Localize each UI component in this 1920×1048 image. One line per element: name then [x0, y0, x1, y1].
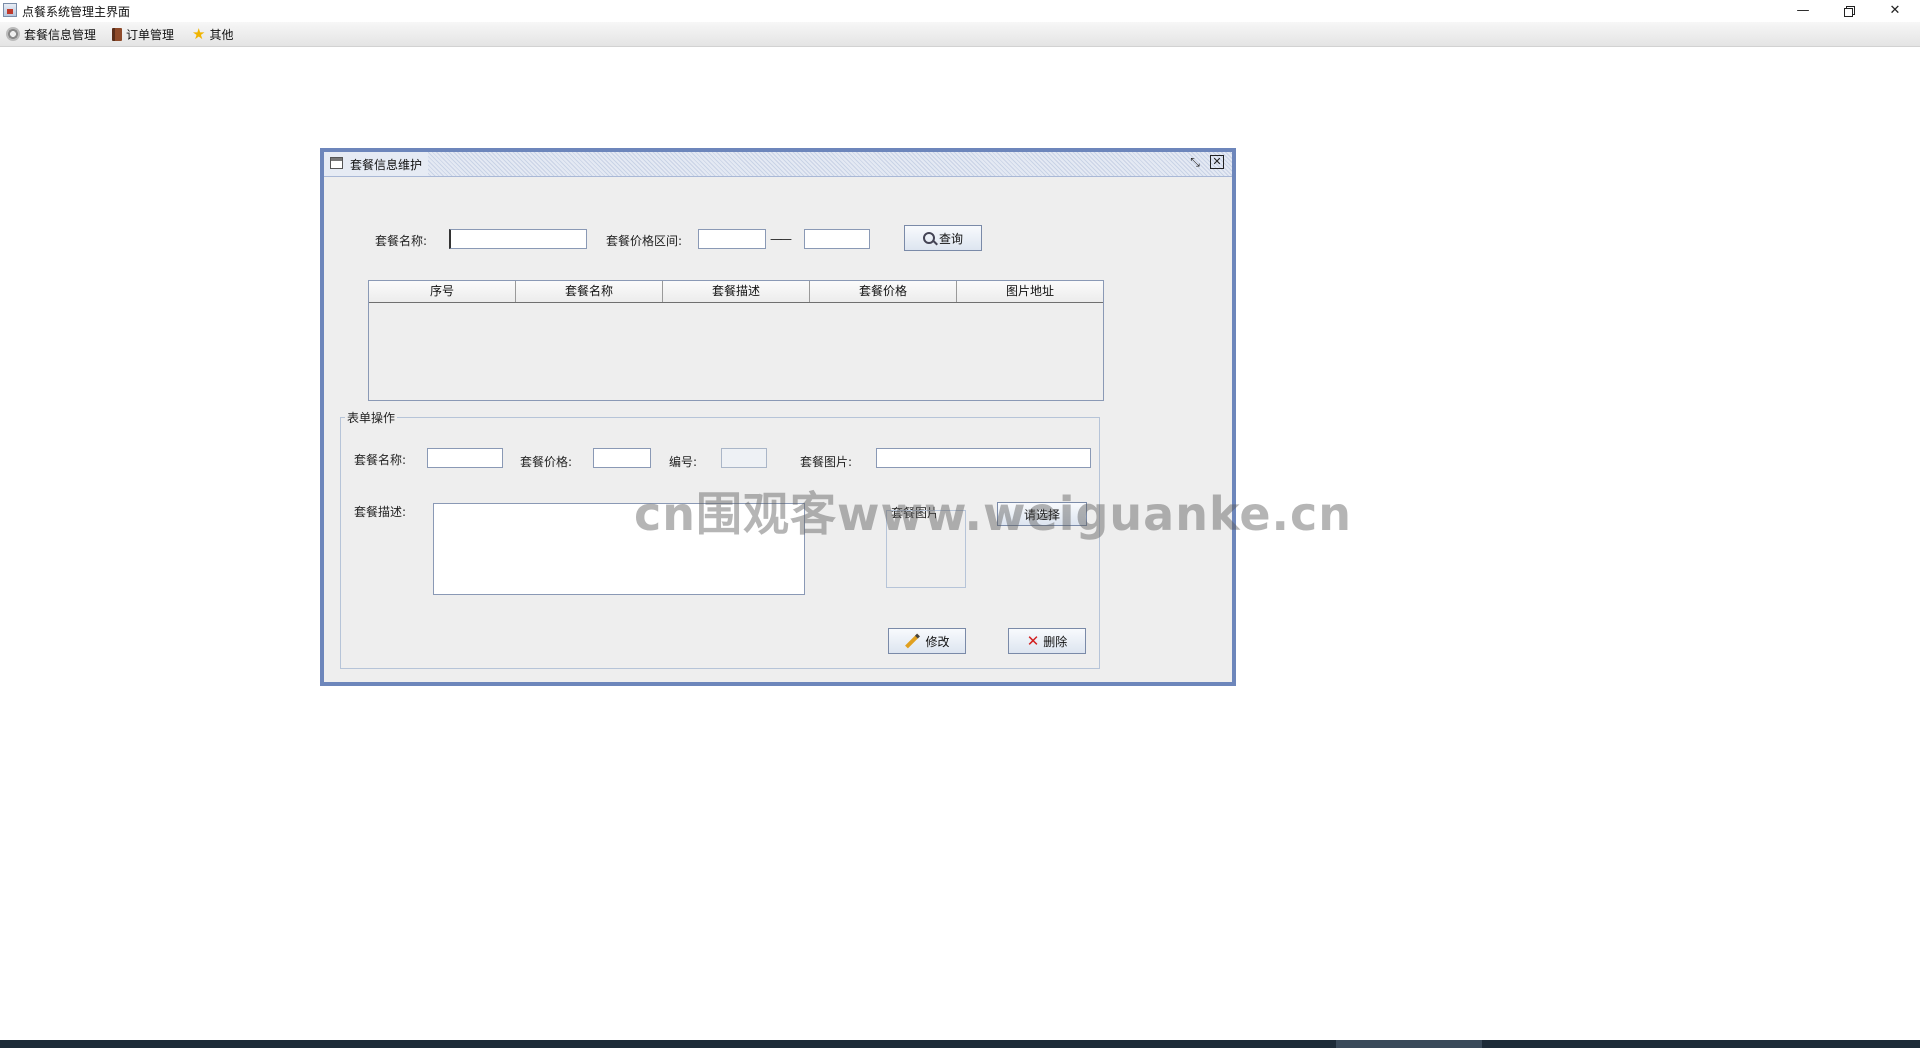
menu-other[interactable]: ★ 其他	[192, 25, 233, 43]
pencil-icon	[905, 633, 921, 649]
price-min-input[interactable]	[698, 229, 766, 249]
internal-frame-titlebar[interactable]: 套餐信息维护 ⤡ ✕	[324, 152, 1232, 177]
modify-label: 修改	[925, 634, 950, 649]
window-title: 点餐系统管理主界面	[22, 5, 131, 19]
col-header-description[interactable]: 套餐描述	[663, 281, 810, 302]
package-maintenance-frame: 套餐信息维护 ⤡ ✕ 套餐名称: 套餐价格区间: —— 查询 序号 套餐名称 套…	[320, 148, 1236, 686]
close-icon: ✕	[1889, 3, 1901, 18]
frame-minimize-icon[interactable]: ⤡	[1188, 155, 1202, 169]
search-name-label: 套餐名称:	[375, 234, 428, 248]
frame-close-icon[interactable]: ✕	[1210, 155, 1224, 169]
window-icon	[330, 157, 343, 169]
taskbar	[0, 1040, 1920, 1048]
query-button[interactable]: 查询	[904, 225, 982, 251]
table-header: 序号 套餐名称 套餐描述 套餐价格 图片地址	[369, 281, 1103, 303]
menu-label: 订单管理	[126, 27, 175, 42]
modify-button[interactable]: 修改	[888, 628, 966, 654]
query-label: 查询	[938, 231, 963, 246]
form-id-input	[721, 448, 767, 468]
search-name-input[interactable]	[449, 229, 587, 249]
form-description-label: 套餐描述:	[354, 505, 407, 519]
col-header-image-path[interactable]: 图片地址	[957, 281, 1103, 302]
range-separator: ——	[770, 232, 792, 246]
minimize-button[interactable]: —	[1780, 0, 1826, 21]
internal-frame-title: 套餐信息维护	[350, 158, 423, 172]
close-button[interactable]: ✕	[1872, 0, 1918, 21]
menu-label: 其他	[209, 27, 234, 42]
menu-label: 套餐信息管理	[24, 27, 97, 42]
restore-button[interactable]	[1826, 0, 1872, 21]
package-table[interactable]: 序号 套餐名称 套餐描述 套餐价格 图片地址	[368, 280, 1104, 401]
search-icon	[922, 232, 935, 244]
menu-package-info[interactable]: 套餐信息管理	[6, 25, 96, 43]
panel-title: 表单操作	[345, 409, 398, 426]
star-icon: ★	[192, 25, 206, 43]
form-price-label: 套餐价格:	[520, 455, 573, 469]
delete-button[interactable]: ✕ 删除	[1008, 628, 1086, 654]
minimize-icon: —	[1796, 3, 1810, 18]
gear-icon	[6, 27, 20, 41]
menu-order-management[interactable]: 订单管理	[112, 25, 174, 43]
form-image-input[interactable]	[876, 448, 1091, 468]
form-name-input[interactable]	[427, 448, 503, 468]
window-titlebar: 点餐系统管理主界面 — ✕	[0, 0, 1920, 21]
delete-x-icon: ✕	[1026, 632, 1040, 650]
form-id-label: 编号:	[669, 455, 698, 469]
restore-icon	[1844, 5, 1855, 17]
form-price-input[interactable]	[593, 448, 651, 468]
price-range-label: 套餐价格区间:	[606, 234, 683, 248]
col-header-index[interactable]: 序号	[369, 281, 516, 302]
book-icon	[112, 27, 122, 41]
java-app-icon	[3, 3, 17, 17]
taskbar-active-item[interactable]	[1336, 1040, 1482, 1048]
watermark: cn围观客www.weiguanke.cn	[634, 487, 1353, 541]
form-name-label: 套餐名称:	[354, 453, 407, 467]
col-header-price[interactable]: 套餐价格	[810, 281, 957, 302]
menu-bar: 套餐信息管理 订单管理 ★ 其他	[0, 22, 1920, 47]
price-max-input[interactable]	[804, 229, 870, 249]
col-header-name[interactable]: 套餐名称	[516, 281, 663, 302]
form-image-label: 套餐图片:	[800, 455, 853, 469]
delete-label: 删除	[1043, 634, 1068, 649]
